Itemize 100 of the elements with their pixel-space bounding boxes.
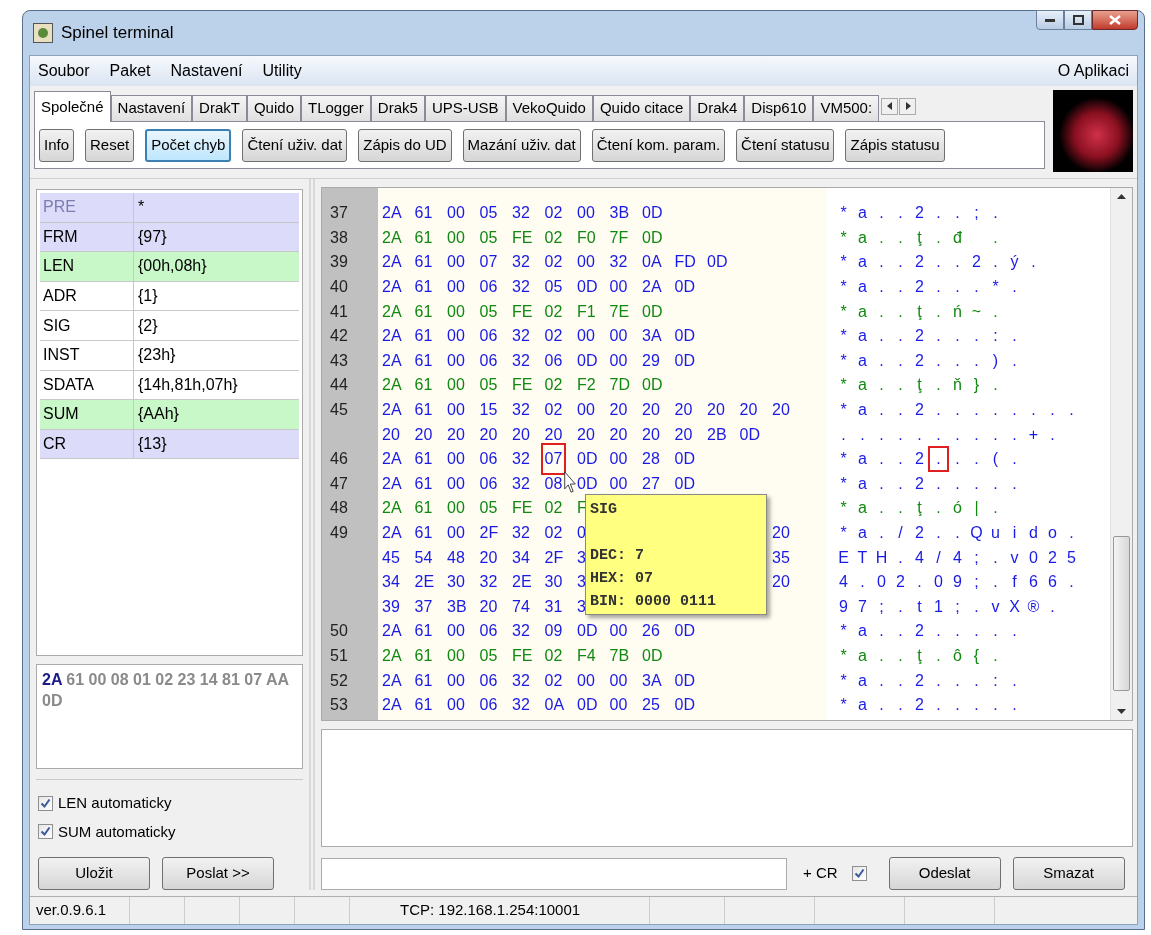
toolbar-button[interactable]: Mazání uživ. dat [462, 128, 581, 162]
hex-byte: 20 [447, 424, 465, 445]
ascii-char: ó [952, 498, 963, 519]
hex-byte: 32 [479, 572, 498, 593]
vertical-scrollbar[interactable] [1110, 188, 1132, 720]
ascii-char: . [935, 621, 942, 642]
hex-byte: 2A [382, 203, 402, 224]
ascii-char: . [973, 473, 980, 494]
tab[interactable]: DrakT [192, 95, 247, 122]
send-button[interactable]: Poslat >> [162, 857, 274, 890]
ascii-char: . [897, 646, 904, 666]
hex-byte: 06 [544, 350, 563, 371]
toolbar-button[interactable]: Zápis do UD [358, 128, 452, 162]
hex-byte: 02 [544, 326, 563, 347]
hex-byte: 06 [479, 350, 498, 371]
hex-byte: 00 [447, 301, 465, 322]
ascii-char: a [857, 498, 868, 519]
hex-byte: 61 [414, 695, 433, 716]
ascii-char: . [973, 424, 980, 445]
hex-byte: 3 [577, 572, 586, 593]
scroll-right-icon[interactable] [899, 97, 917, 115]
tab[interactable]: Drak4 [690, 95, 745, 122]
save-button[interactable]: Uložit [38, 857, 150, 890]
maximize-button[interactable] [1064, 10, 1092, 30]
close-button[interactable] [1092, 10, 1138, 30]
tab[interactable]: Quido citace [592, 95, 691, 122]
tab[interactable]: UPS-USB [424, 95, 506, 122]
ascii-char: . [1049, 424, 1056, 445]
hex-byte: 32 [512, 449, 530, 470]
checkbox[interactable] [38, 824, 53, 840]
tab[interactable]: VekoQuido [505, 95, 593, 122]
ascii-char: . [992, 498, 999, 519]
hex-byte: 32 [512, 670, 530, 691]
scroll-up-icon[interactable] [1117, 194, 1126, 199]
ascii-char: * [839, 350, 848, 371]
hex-byte: 32 [512, 400, 530, 421]
ascii-char: 0 [876, 572, 887, 593]
tab[interactable]: Disp610 [744, 95, 814, 122]
hex-byte: 00 [447, 695, 465, 716]
hex-byte: 00 [447, 449, 465, 470]
hex-byte: 2A [382, 277, 402, 298]
ascii-char: t [916, 596, 923, 617]
send-button[interactable]: Odeslat [888, 857, 1001, 890]
toolbar-button[interactable]: Počet chyb [145, 128, 232, 162]
toolbar-button[interactable]: Čtení kom. param. [591, 128, 726, 162]
ascii-char: / [935, 547, 942, 568]
ascii-char: ţ [916, 646, 923, 666]
scrollbar-thumb[interactable] [1113, 536, 1130, 691]
toolbar-button[interactable]: Čtení uživ. dat [242, 128, 348, 162]
ascii-char: * [991, 277, 1000, 298]
hex-byte: 0D [577, 473, 598, 494]
hex-byte: 02 [544, 203, 563, 224]
ascii-char: . [1011, 400, 1018, 421]
toolbar-button[interactable]: Čtení statusu [736, 128, 835, 162]
hex-byte: 61 [414, 227, 433, 248]
tab[interactable]: TLogger [301, 95, 371, 122]
hex-byte: 00 [447, 375, 465, 396]
ascii-char: Q [969, 523, 984, 543]
checkbox[interactable] [38, 795, 53, 811]
hex-byte: 20 [772, 400, 790, 421]
ascii-char: . [1011, 277, 1018, 298]
ascii-char: . [1011, 473, 1018, 494]
ascii-char: a [857, 326, 868, 347]
field-value: * [137, 197, 145, 218]
ascii-char: 5 [1066, 547, 1077, 568]
ascii-char: / [897, 523, 904, 543]
hex-byte: 20 [674, 424, 693, 445]
tab[interactable]: Nastavení [110, 95, 193, 122]
ascii-char: . [992, 424, 999, 445]
menu-item[interactable]: Utility [262, 59, 302, 83]
command-input[interactable] [321, 857, 787, 890]
scroll-left-icon[interactable] [881, 97, 899, 115]
toolbar-button[interactable]: Info [39, 128, 75, 162]
ascii-char: . [878, 227, 885, 248]
tab[interactable]: Společné [34, 91, 111, 122]
line-number: 40 [329, 277, 349, 298]
ascii-char: 0 [933, 572, 944, 593]
toolbar-button[interactable]: Zápis statusu [845, 128, 945, 162]
hex-byte: 3B [447, 596, 467, 617]
menu-item[interactable]: Paket [109, 59, 151, 83]
cr-checkbox[interactable] [851, 865, 867, 881]
field-name: INST [40, 340, 134, 370]
hex-byte: 0D [577, 277, 598, 298]
hex-byte: 61 [414, 203, 433, 224]
hex-byte: 05 [479, 301, 498, 322]
hex-byte: 2A [382, 301, 402, 322]
ascii-char: . [929, 447, 948, 472]
scroll-down-icon[interactable] [1117, 709, 1126, 714]
tab[interactable]: VM500: [813, 95, 880, 122]
menu-item[interactable]: O Aplikaci [1057, 59, 1129, 83]
hex-byte: 2A [382, 523, 402, 543]
toolbar-button[interactable]: Reset [85, 128, 135, 162]
menu-item[interactable]: Soubor [38, 59, 90, 83]
menu-item[interactable]: Nastavení [170, 59, 243, 83]
ascii-char: . [878, 252, 885, 273]
minimize-button[interactable] [1036, 10, 1064, 30]
hex-byte: 48 [447, 547, 465, 568]
clear-button[interactable]: Smazat [1012, 857, 1125, 890]
ascii-char: * [839, 473, 848, 494]
ascii-char: i [1011, 523, 1018, 543]
